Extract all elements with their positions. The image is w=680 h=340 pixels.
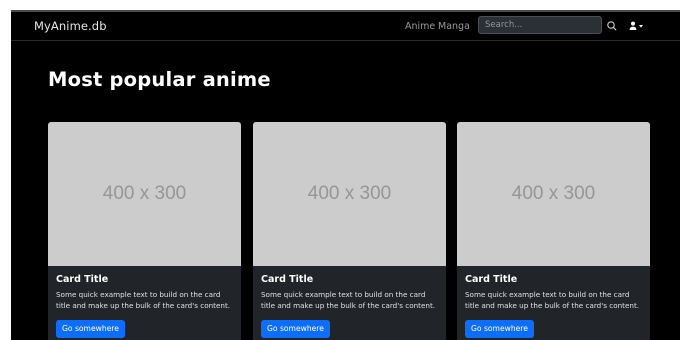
search-icon — [607, 21, 617, 31]
card-title: Card Title — [56, 274, 109, 285]
go-somewhere-button[interactable]: Go somewhere — [261, 320, 330, 338]
anime-card: 400 x 300 Card Title Some quick example … — [253, 122, 446, 340]
anime-card: 400 x 300 Card Title Some quick example … — [48, 122, 241, 340]
page-title: Most popular anime — [48, 68, 271, 91]
nav-link-manga[interactable]: Manga — [438, 21, 470, 32]
card-image-placeholder: 400 x 300 — [457, 122, 650, 266]
card-title: Card Title — [261, 274, 314, 285]
card-body: Card Title Some quick example text to bu… — [457, 266, 650, 338]
card-body: Card Title Some quick example text to bu… — [253, 266, 446, 338]
app-window: MyAnime.db Anime Manga Most popular anim… — [11, 10, 680, 340]
nav-link-anime[interactable]: Anime — [405, 21, 435, 32]
card-image-placeholder: 400 x 300 — [253, 122, 446, 266]
navbar: MyAnime.db Anime Manga — [11, 12, 680, 41]
card-text: Some quick example text to build on the … — [56, 290, 231, 310]
caret-down-icon — [639, 25, 643, 28]
go-somewhere-button[interactable]: Go somewhere — [465, 320, 534, 338]
card-body: Card Title Some quick example text to bu… — [48, 266, 241, 338]
search-input[interactable] — [478, 16, 602, 34]
brand-link[interactable]: MyAnime.db — [34, 19, 107, 33]
card-title: Card Title — [465, 274, 518, 285]
user-icon — [629, 21, 637, 30]
search-button[interactable] — [605, 18, 619, 32]
user-menu-button[interactable] — [627, 18, 647, 32]
card-text: Some quick example text to build on the … — [261, 290, 436, 310]
go-somewhere-button[interactable]: Go somewhere — [56, 320, 125, 338]
anime-card: 400 x 300 Card Title Some quick example … — [457, 122, 650, 340]
card-image-placeholder: 400 x 300 — [48, 122, 241, 266]
card-text: Some quick example text to build on the … — [465, 290, 640, 310]
